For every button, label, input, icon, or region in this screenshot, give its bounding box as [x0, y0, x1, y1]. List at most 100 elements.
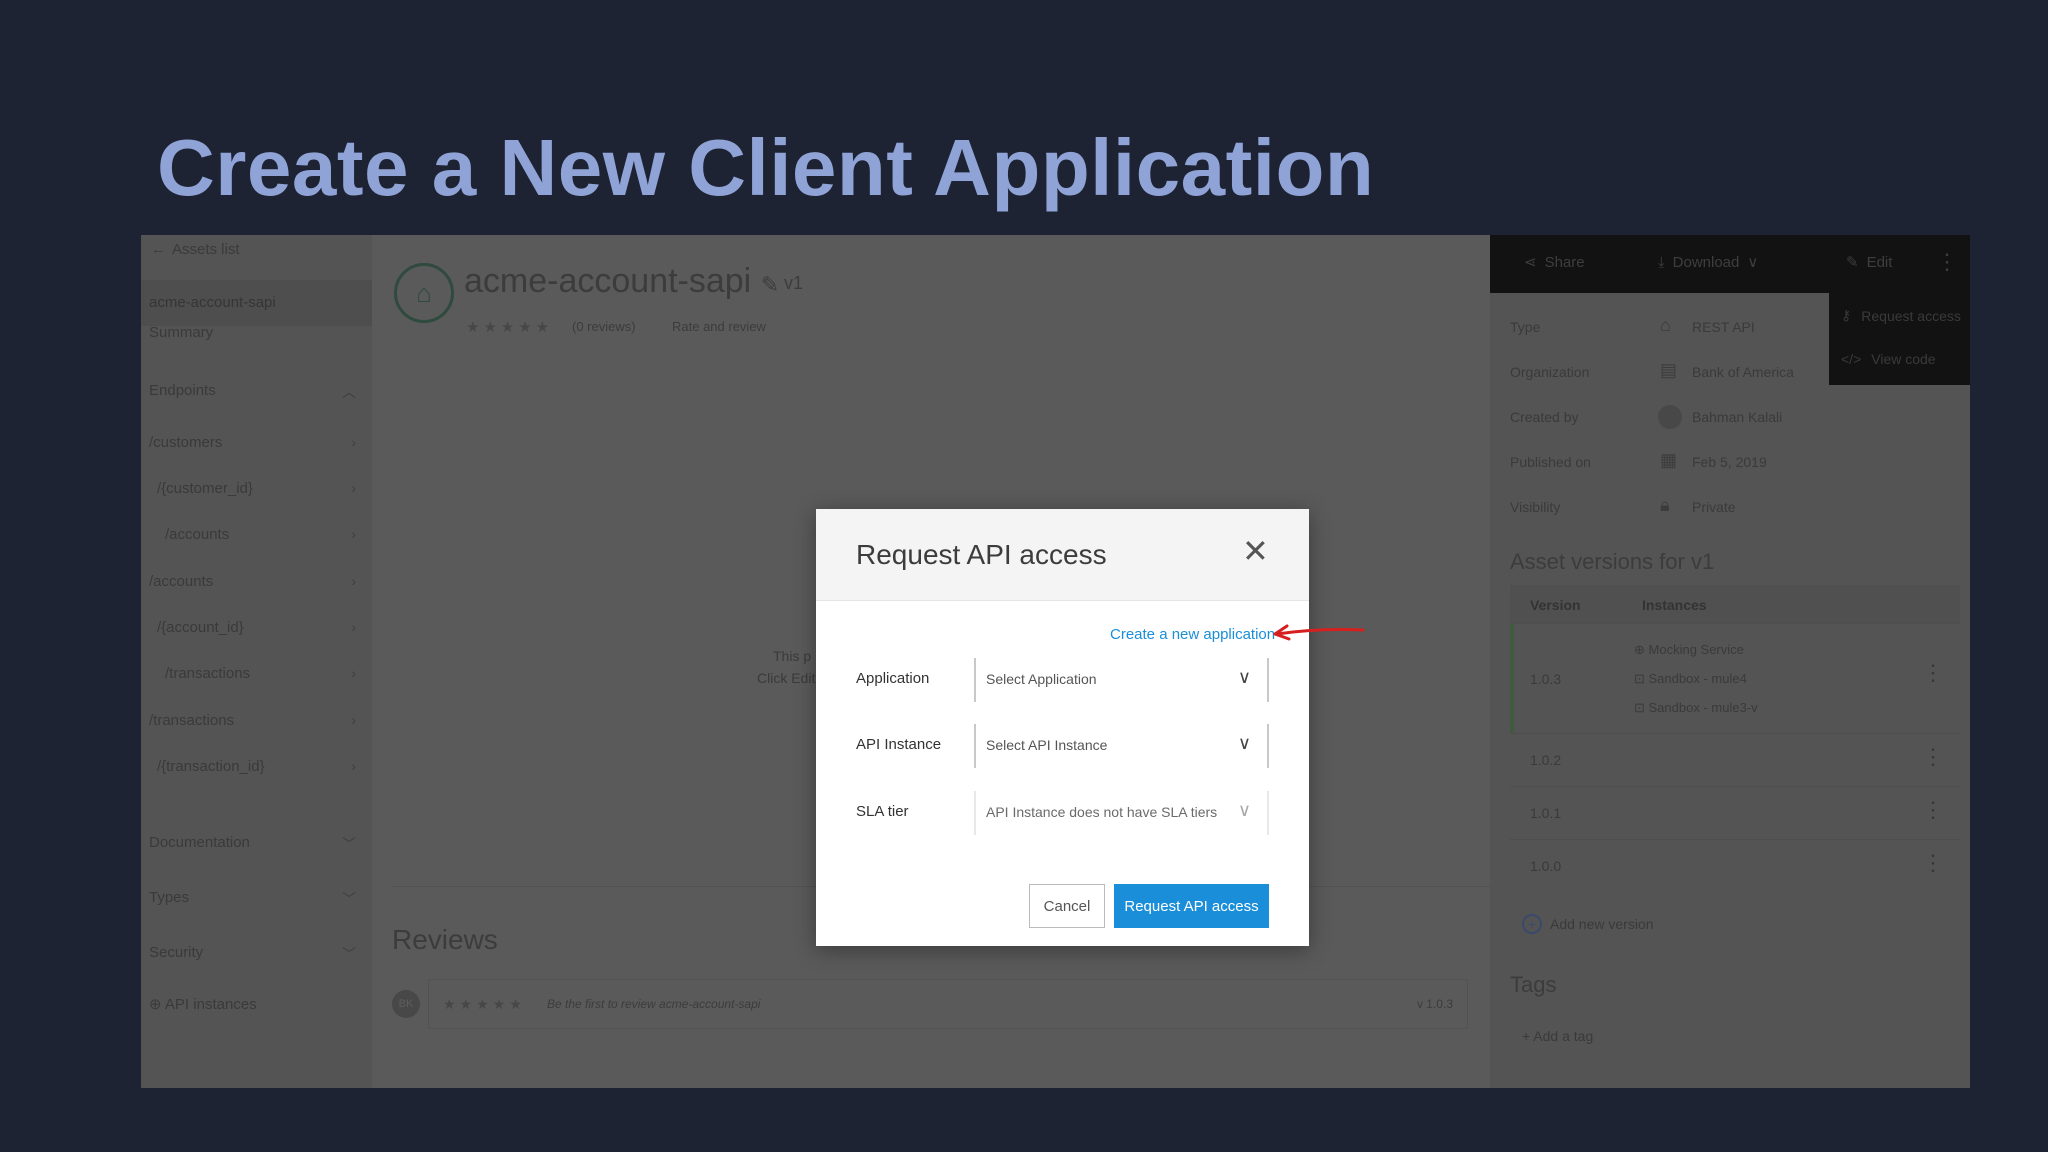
edit-button[interactable]: ✎ Edit: [1846, 253, 1893, 272]
sidebar-item-types[interactable]: Types ﹀: [149, 889, 364, 907]
column-header: Version: [1530, 597, 1581, 613]
more-vertical-icon[interactable]: ⋮: [1922, 797, 1944, 823]
instance-label: Sandbox - mule3-v: [1648, 700, 1758, 715]
chevron-icon: ›: [351, 665, 356, 681]
create-new-application-link[interactable]: Create a new application: [1110, 626, 1275, 643]
chevron-icon: ›: [351, 480, 356, 496]
more-vertical-icon[interactable]: ⋮: [1922, 660, 1944, 686]
description-text: Click Edit: [757, 670, 816, 686]
select-placeholder: Select Application: [986, 671, 1097, 687]
sidebar-item-label: /customers: [149, 434, 223, 451]
sidebar-item-label: Endpoints: [149, 382, 216, 399]
menu-item-label: Request access: [1861, 307, 1961, 324]
sidebar-item-endpoint[interactable]: /accounts ›: [165, 526, 364, 543]
version-number: 1.0.0: [1530, 858, 1562, 874]
created-by-label: Created by: [1510, 409, 1579, 425]
download-button[interactable]: ⤓ Download ∨: [1658, 253, 1759, 272]
instance-item[interactable]: ⊡ Sandbox - mule3-v: [1634, 700, 1758, 716]
chevron-down-icon: ∨: [1747, 254, 1759, 271]
more-vertical-icon[interactable]: ⋮: [1922, 850, 1944, 876]
instance-label: Mocking Service: [1648, 642, 1744, 657]
sla-tier-select[interactable]: API Instance does not have SLA tiers ∨: [974, 791, 1269, 835]
sidebar-item-api-instances[interactable]: ⊕ API instances: [149, 995, 364, 1013]
version-number: 1.0.3: [1530, 671, 1562, 687]
share-button[interactable]: ⋖ Share: [1524, 253, 1585, 272]
visibility-label: Visibility: [1510, 499, 1561, 515]
api-name-text: acme-account-sapi: [464, 262, 752, 300]
pencil-icon[interactable]: ✎: [761, 272, 779, 297]
sidebar-item-endpoint[interactable]: /transactions ›: [165, 665, 364, 682]
avatar: BK: [392, 990, 420, 1018]
review-input-box[interactable]: ★★★★★ Be the first to review acme-accoun…: [428, 979, 1468, 1029]
plus-circle-icon: +: [1522, 914, 1542, 934]
chevron-icon: ›: [351, 712, 356, 728]
chevron-down-icon: ﹀: [342, 946, 356, 962]
reviews-count: (0 reviews): [572, 319, 636, 334]
cancel-button[interactable]: Cancel: [1029, 884, 1105, 928]
actions-menu: ⚷ Request access </> View code: [1829, 293, 1970, 385]
rate-and-review-link[interactable]: Rate and review: [672, 319, 766, 334]
close-icon[interactable]: ✕: [1242, 535, 1269, 567]
more-vertical-icon[interactable]: ⋮: [1936, 249, 1958, 275]
sidebar-item-endpoints[interactable]: Endpoints ︿: [149, 382, 364, 400]
add-new-version-button[interactable]: + Add new version: [1522, 914, 1654, 934]
details-panel: ⋖ Share ⤓ Download ∨ ✎ Edit ⋮ ⚷ Request acces…: [1490, 235, 1970, 1088]
annotation-arrow: [1273, 624, 1365, 641]
application-select[interactable]: Select Application ∨: [974, 658, 1269, 702]
sidebar-item-label: /{account_id}: [157, 619, 244, 636]
edit-label: Edit: [1866, 253, 1893, 271]
table-row[interactable]: 1.0.2 ⋮: [1510, 733, 1960, 786]
sidebar-item-endpoint[interactable]: /{account_id} ›: [157, 619, 364, 636]
request-api-access-button[interactable]: Request API access: [1114, 884, 1269, 928]
menu-item-request-access[interactable]: ⚷ Request access: [1841, 307, 1961, 324]
sidebar-item-endpoint[interactable]: /customers ›: [149, 434, 364, 451]
sidebar-item-label: acme-account-sapi: [149, 294, 276, 311]
chevron-up-icon: ︿: [342, 384, 356, 400]
back-to-assets-link[interactable]: ← Assets list: [151, 241, 240, 258]
key-icon: ⚷: [1841, 307, 1852, 323]
published-label: Published on: [1510, 454, 1591, 470]
published-value: Feb 5, 2019: [1692, 454, 1767, 470]
sidebar-item-endpoint[interactable]: /transactions ›: [149, 712, 364, 729]
api-instance-select[interactable]: Select API Instance ∨: [974, 724, 1269, 768]
instance-item[interactable]: ⊕ Mocking Service: [1634, 642, 1744, 658]
sidebar: ← Assets list acme-account-sapi Summary …: [141, 235, 372, 1088]
sidebar-item-label: API instances: [164, 996, 257, 1013]
sidebar-item-label: /accounts: [165, 526, 230, 543]
sidebar-item-label: /accounts: [149, 573, 214, 590]
more-vertical-icon[interactable]: ⋮: [1922, 744, 1944, 770]
add-tag-button[interactable]: + Add a tag: [1522, 1028, 1593, 1044]
sidebar-item-security[interactable]: Security ﹀: [149, 944, 364, 962]
table-row[interactable]: 1.0.0 ⋮: [1510, 839, 1960, 892]
toolbar: ⋖ Share ⤓ Download ∨ ✎ Edit ⋮: [1490, 235, 1970, 293]
sidebar-item-endpoint[interactable]: /accounts ›: [149, 573, 364, 590]
application-label: Application: [856, 670, 930, 687]
sidebar-item-endpoint[interactable]: /{transaction_id} ›: [157, 758, 364, 775]
menu-item-view-code[interactable]: </> View code: [1841, 351, 1936, 367]
instance-item[interactable]: ⊡ Sandbox - mule4: [1634, 671, 1747, 687]
globe-icon: ⊕: [1634, 642, 1649, 657]
arrow-left-icon: ←: [151, 241, 166, 258]
sidebar-item-summary[interactable]: Summary: [149, 324, 364, 341]
created-by-value: Bahman Kalali: [1692, 409, 1783, 425]
version-number: 1.0.1: [1530, 805, 1562, 821]
chevron-down-icon: ﹀: [342, 891, 356, 907]
code-icon: </>: [1841, 351, 1862, 367]
slide-title: Create a New Client Application: [157, 123, 1375, 212]
lock-icon: ⊡: [1634, 700, 1649, 715]
table-row[interactable]: 1.0.3 ⊕ Mocking Service ⊡ Sandbox - mule…: [1510, 623, 1960, 734]
modal-header: Request API access ✕: [816, 509, 1309, 601]
sidebar-item-label: Security: [149, 944, 204, 961]
chevron-down-icon: ∨: [1237, 800, 1251, 820]
download-icon: ⤓: [1658, 253, 1665, 271]
sidebar-item-label: /{transaction_id}: [157, 758, 265, 775]
sidebar-item-asset[interactable]: acme-account-sapi: [141, 280, 372, 326]
review-version: v 1.0.3: [1416, 997, 1453, 1011]
review-stars[interactable]: ★★★★★: [443, 996, 526, 1013]
chevron-icon: ›: [351, 758, 356, 774]
table-row[interactable]: 1.0.1 ⋮: [1510, 786, 1960, 839]
menu-item-label: View code: [1871, 351, 1936, 367]
rest-api-icon: ⌂: [1660, 315, 1671, 335]
sidebar-item-documentation[interactable]: Documentation ﹀: [149, 834, 364, 852]
sidebar-item-endpoint[interactable]: /{customer_id} ›: [157, 480, 364, 497]
